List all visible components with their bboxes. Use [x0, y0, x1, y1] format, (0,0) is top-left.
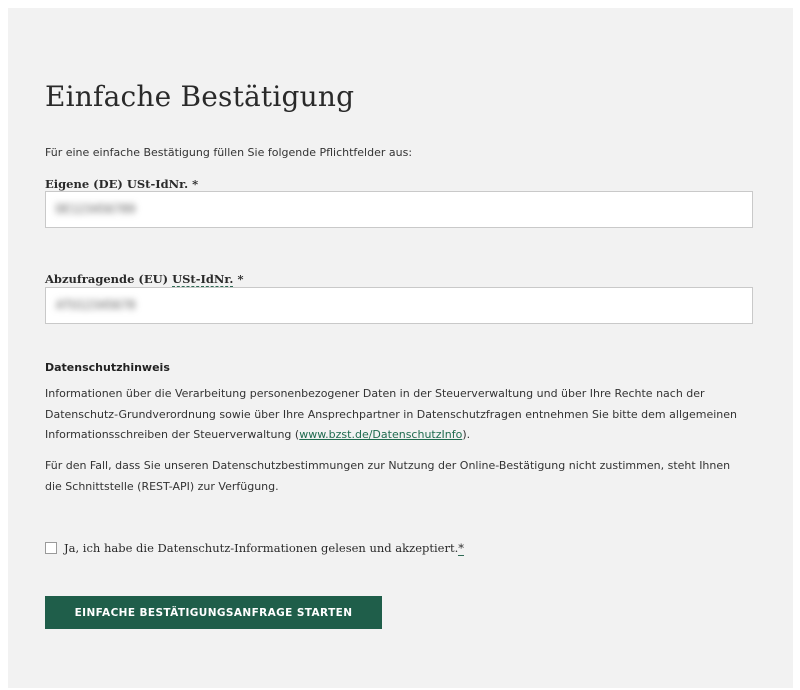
privacy-paragraph-2: Für den Fall, dass Sie unseren Datenschu…: [45, 459, 731, 493]
own-vat-required-mark: *: [188, 177, 199, 191]
queried-vat-input[interactable]: ATU12345678: [45, 287, 753, 324]
privacy-info-link[interactable]: www.bzst.de/DatenschutzInfo: [299, 428, 462, 441]
form-panel: Einfache Bestätigung Für eine einfache B…: [8, 8, 793, 688]
page-title: Einfache Bestätigung: [45, 80, 355, 113]
privacy-heading: Datenschutzhinweis: [45, 361, 170, 374]
privacy-paragraph-1: Informationen über die Verarbeitung pers…: [45, 384, 745, 446]
queried-vat-label-prefix: Abzufragende (EU): [45, 272, 173, 286]
consent-label-text: Ja, ich habe die Datenschutz-Information…: [64, 541, 459, 555]
own-vat-label: Eigene (DE) USt-IdNr. *: [45, 177, 199, 192]
own-vat-abbr: USt-IdNr.: [126, 177, 189, 192]
privacy-paragraph-1-end: ).: [462, 428, 471, 441]
own-vat-input[interactable]: DE123456789: [45, 191, 753, 228]
consent-checkbox[interactable]: [45, 542, 57, 554]
queried-vat-abbr: USt-IdNr.: [172, 272, 234, 287]
start-request-button[interactable]: EINFACHE BESTÄTIGUNGSANFRAGE STARTEN: [45, 596, 382, 629]
intro-text: Für eine einfache Bestätigung füllen Sie…: [45, 146, 413, 159]
own-vat-label-prefix: Eigene (DE): [45, 177, 127, 191]
consent-label[interactable]: Ja, ich habe die Datenschutz-Information…: [64, 541, 464, 556]
queried-vat-value: ATU12345678: [56, 298, 136, 312]
queried-vat-label: Abzufragende (EU) USt-IdNr. *: [45, 272, 244, 287]
consent-row: Ja, ich habe die Datenschutz-Information…: [45, 541, 464, 556]
own-vat-value: DE123456789: [56, 202, 136, 216]
consent-required-mark: *: [458, 541, 464, 556]
queried-vat-required-mark: *: [233, 272, 244, 286]
